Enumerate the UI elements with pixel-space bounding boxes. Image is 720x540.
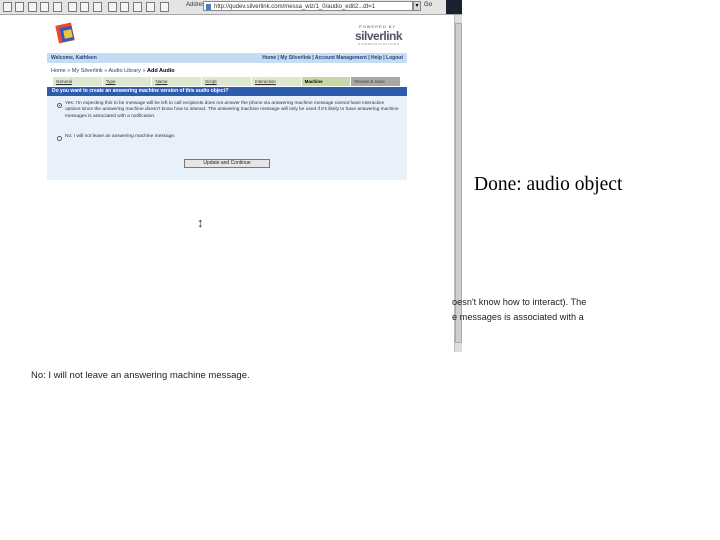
step-type[interactable]: Type — [102, 77, 153, 86]
step-review-save: Review & Save — [351, 77, 402, 86]
brand-logo: silverlink — [355, 29, 403, 43]
stop-icon[interactable] — [28, 2, 37, 12]
address-bar[interactable]: http://qudev.silverlink.com/messa_wiz/1_… — [203, 1, 413, 11]
breadcrumb-audio-library[interactable]: Audio Library — [109, 68, 141, 74]
edit-icon[interactable] — [133, 2, 142, 12]
welcome-text: Welcome, Kathleen — [51, 55, 97, 61]
back-icon[interactable] — [3, 2, 12, 12]
address-url: http://qudev.silverlink.com/messa_wiz/1_… — [214, 4, 376, 10]
top-nav-links[interactable]: Home | My Silverlink | Account Managemen… — [262, 55, 403, 61]
go-button[interactable]: Go — [424, 2, 432, 8]
favorites-icon[interactable] — [80, 2, 89, 12]
step-general[interactable]: General — [53, 77, 103, 86]
slide-text-fragment: oesn't know how to interact). The — [452, 297, 587, 307]
option-yes-text: Yes: I'm expecting this to be message wi… — [65, 101, 399, 119]
mail-icon[interactable] — [108, 2, 117, 12]
refresh-icon[interactable] — [40, 2, 49, 12]
messenger-icon[interactable] — [160, 2, 169, 12]
breadcrumb-separator: » — [104, 68, 108, 74]
home-icon[interactable] — [53, 2, 62, 12]
breadcrumb-my-silverlink[interactable]: My Silverlink — [72, 68, 103, 74]
step-machine: Machine — [301, 77, 352, 86]
print-icon[interactable] — [120, 2, 129, 12]
radio-yes[interactable] — [57, 103, 62, 108]
slide-no-option-text: No: I will not leave an answering machin… — [31, 370, 250, 381]
wizard-steps: General Type Name Script Interaction Mac… — [53, 77, 402, 86]
step-script[interactable]: Script — [202, 77, 252, 86]
breadcrumb-separator: » — [142, 68, 146, 74]
breadcrumb-current: Add Audio — [147, 68, 175, 74]
forward-icon[interactable] — [15, 2, 24, 12]
slide-text-fragment: e messages is associated with a — [452, 312, 584, 322]
scrollbar-thumb[interactable] — [455, 23, 462, 343]
page-icon — [206, 4, 211, 10]
browser-toolbar: Address http://qudev.silverlink.com/mess… — [0, 0, 462, 15]
slide-title: Done: audio object — [474, 174, 623, 195]
radio-no[interactable] — [57, 136, 62, 141]
form-panel: Yes: I'm expecting this to be message wi… — [47, 96, 407, 180]
web-page: POWERED BY silverlink COMMUNICATIONS Wel… — [47, 15, 407, 180]
browser-throbber-icon — [446, 0, 462, 14]
update-continue-button[interactable]: Update and Continue — [184, 159, 270, 168]
breadcrumb: Home » My Silverlink » Audio Library » A… — [51, 68, 175, 74]
history-icon[interactable] — [93, 2, 102, 12]
brand-subtitle: COMMUNICATIONS — [358, 42, 400, 46]
question-header: Do you want to create an answering machi… — [47, 87, 407, 96]
step-name[interactable]: Name — [152, 77, 203, 86]
discuss-icon[interactable] — [146, 2, 155, 12]
company-logo-icon — [55, 22, 75, 44]
breadcrumb-home[interactable]: Home — [51, 68, 66, 74]
browser-window: Address http://qudev.silverlink.com/mess… — [0, 0, 462, 352]
text-cursor-icon: ↕ — [197, 215, 204, 230]
search-icon[interactable] — [68, 2, 77, 12]
address-dropdown-icon[interactable]: ▾ — [413, 1, 421, 11]
breadcrumb-separator: » — [67, 68, 71, 74]
option-no-text: No: I will not leave an answering machin… — [65, 134, 176, 139]
step-interaction[interactable]: Interaction — [251, 77, 302, 86]
